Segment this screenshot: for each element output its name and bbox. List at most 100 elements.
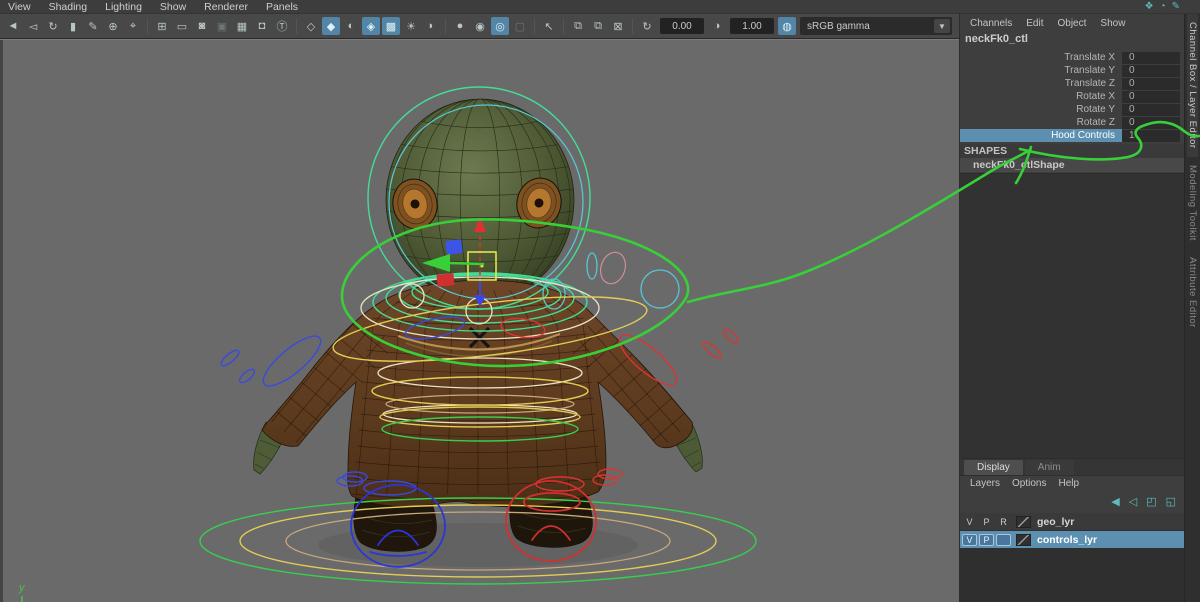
isolate-select-icon[interactable]: ⧉ bbox=[569, 17, 587, 35]
colorspace-dropdown[interactable]: sRGB gamma ▼ bbox=[800, 17, 952, 35]
grid-icon[interactable]: ⊞ bbox=[153, 17, 171, 35]
layer-display-type-toggle[interactable]: R bbox=[996, 516, 1011, 528]
le-menu-options[interactable]: Options bbox=[1012, 478, 1056, 489]
channel-value-field[interactable]: 0 bbox=[1122, 52, 1180, 64]
camera-orbit-icon[interactable]: ↻ bbox=[44, 17, 62, 35]
layer-row-controls-lyr[interactable]: V P controls_lyr bbox=[960, 531, 1184, 548]
channel-row[interactable]: Rotate X 0 bbox=[960, 90, 1184, 103]
channel-label[interactable]: Rotate X bbox=[960, 90, 1122, 103]
scene-canvas[interactable]: y bbox=[0, 40, 959, 602]
dolly-tool-icon[interactable]: ⊕ bbox=[104, 17, 122, 35]
exposure-icon[interactable]: ↻ bbox=[638, 17, 656, 35]
safe-action-icon[interactable]: ◘ bbox=[253, 17, 271, 35]
layer-row-geo-lyr[interactable]: V P R geo_lyr bbox=[960, 513, 1184, 530]
toolbar-icon[interactable] bbox=[296, 18, 297, 34]
menu-shading[interactable]: Shading bbox=[49, 1, 98, 13]
default-material-icon[interactable]: ▩ bbox=[382, 17, 400, 35]
channel-label[interactable]: Rotate Z bbox=[960, 116, 1122, 129]
field-chart-icon[interactable]: ▦ bbox=[233, 17, 251, 35]
snapshot-icon[interactable]: ⊠ bbox=[609, 17, 627, 35]
toolbar-icon[interactable] bbox=[445, 18, 446, 34]
select-camera-icon[interactable]: ✎ bbox=[84, 17, 102, 35]
le-menu-help[interactable]: Help bbox=[1058, 478, 1089, 489]
layer-visibility-toggle[interactable]: V bbox=[962, 516, 977, 528]
cb-menu-channels[interactable]: Channels bbox=[970, 18, 1022, 29]
layer-color-swatch[interactable] bbox=[1016, 534, 1031, 546]
new-empty-layer-icon[interactable]: ◰ bbox=[1146, 497, 1156, 508]
camcorder-icon[interactable]: ◄ bbox=[4, 17, 22, 35]
channel-row[interactable]: Rotate Z 0 bbox=[960, 116, 1184, 129]
speed-gauge-icon[interactable]: ◔ bbox=[1160, 2, 1166, 12]
layer-name[interactable]: geo_lyr bbox=[1037, 516, 1074, 528]
side-tab-attribute-editor[interactable]: Attribute Editor bbox=[1187, 249, 1198, 336]
channel-row[interactable]: Translate Y 0 bbox=[960, 64, 1184, 77]
le-menu-layers[interactable]: Layers bbox=[970, 478, 1010, 489]
camera-attributes-icon[interactable]: ◅ bbox=[24, 17, 42, 35]
menu-panels[interactable]: Panels bbox=[266, 1, 308, 13]
shaded-cube-icon[interactable]: ◆ bbox=[322, 17, 340, 35]
side-tab-modeling-toolkit[interactable]: Modeling Toolkit bbox=[1187, 157, 1198, 249]
channel-value-field[interactable]: 0 bbox=[1122, 91, 1180, 103]
new-layer-from-selected-icon[interactable]: ◱ bbox=[1166, 497, 1176, 508]
gate-mask-icon[interactable]: ▣ bbox=[213, 17, 231, 35]
annotate-pencil-icon[interactable]: ✎ bbox=[1172, 2, 1180, 12]
xray-icon[interactable]: ◎ bbox=[491, 17, 509, 35]
xray-joints-icon[interactable]: ▢ bbox=[511, 17, 529, 35]
channel-row[interactable]: Translate X 0 bbox=[960, 51, 1184, 64]
channel-value-field[interactable]: 0 bbox=[1122, 65, 1180, 77]
lights-icon[interactable]: ☀ bbox=[402, 17, 420, 35]
side-tab-channel-box[interactable]: Channel Box / Layer Editor bbox=[1187, 14, 1198, 157]
menu-renderer[interactable]: Renderer bbox=[204, 1, 258, 13]
cb-menu-edit[interactable]: Edit bbox=[1026, 18, 1053, 29]
bookmark-icon[interactable]: ▮ bbox=[64, 17, 82, 35]
tab-display[interactable]: Display bbox=[964, 460, 1023, 475]
channel-row[interactable]: Rotate Y 0 bbox=[960, 103, 1184, 116]
channel-value-field[interactable]: 0 bbox=[1122, 117, 1180, 129]
toolbar-icon[interactable] bbox=[632, 18, 633, 34]
ambient-occlusion-icon[interactable]: ● bbox=[451, 17, 469, 35]
menu-lighting[interactable]: Lighting bbox=[105, 1, 152, 13]
select-cursor-icon[interactable]: ↖ bbox=[540, 17, 558, 35]
move-layer-down-icon[interactable]: ◁ bbox=[1129, 497, 1137, 508]
gamma-field[interactable]: 1.00 bbox=[730, 18, 774, 34]
viewport-panel[interactable]: y bbox=[0, 39, 959, 602]
isolate-add-icon[interactable]: ⧉ bbox=[589, 17, 607, 35]
resolution-gate-icon[interactable]: ◙ bbox=[193, 17, 211, 35]
exposure-field[interactable]: 0.00 bbox=[660, 18, 704, 34]
cb-menu-object[interactable]: Object bbox=[1058, 18, 1097, 29]
shape-node-name[interactable]: neckFk0_ctlShape bbox=[960, 158, 1184, 172]
channel-label[interactable]: Translate Z bbox=[960, 77, 1122, 90]
channel-label[interactable]: Translate X bbox=[960, 51, 1122, 64]
layer-playback-toggle[interactable]: P bbox=[979, 534, 994, 546]
move-layer-up-icon[interactable]: ◀ bbox=[1111, 497, 1119, 508]
layer-display-type-toggle[interactable] bbox=[996, 534, 1011, 546]
channel-value-field[interactable]: 0 bbox=[1122, 104, 1180, 116]
channel-row[interactable]: Hood Controls 1 bbox=[960, 129, 1184, 142]
channel-label[interactable]: Translate Y bbox=[960, 64, 1122, 77]
channel-value-field[interactable]: 0 bbox=[1122, 78, 1180, 90]
channel-label[interactable]: Rotate Y bbox=[960, 103, 1122, 116]
layer-playback-toggle[interactable]: P bbox=[979, 516, 994, 528]
motion-blur-icon[interactable]: ◉ bbox=[471, 17, 489, 35]
gamma-icon[interactable]: ◑ bbox=[708, 17, 726, 35]
safe-title-icon[interactable]: Ⓣ bbox=[273, 17, 291, 35]
cb-menu-show[interactable]: Show bbox=[1100, 18, 1135, 29]
manip-blue-handle[interactable] bbox=[445, 239, 463, 255]
character-controls-icon[interactable]: ❖ bbox=[1145, 2, 1154, 12]
view-transform-icon[interactable]: ◍ bbox=[778, 17, 796, 35]
channel-value-field[interactable]: 1 bbox=[1122, 130, 1180, 142]
tab-anim[interactable]: Anim bbox=[1025, 460, 1074, 475]
menu-view[interactable]: View bbox=[8, 1, 41, 13]
textured-icon[interactable]: ◐ bbox=[342, 17, 360, 35]
manip-red-handle[interactable] bbox=[436, 273, 454, 287]
channel-label[interactable]: Hood Controls bbox=[960, 129, 1122, 142]
track-tool-icon[interactable]: ⌖ bbox=[124, 17, 142, 35]
shadows-icon[interactable]: ◗ bbox=[422, 17, 440, 35]
toolbar-icon[interactable] bbox=[534, 18, 535, 34]
wireframe-on-shaded-icon[interactable]: ◈ bbox=[362, 17, 380, 35]
wireframe-cube-icon[interactable]: ◇ bbox=[302, 17, 320, 35]
menu-show[interactable]: Show bbox=[160, 1, 196, 13]
layer-color-swatch[interactable] bbox=[1016, 516, 1031, 528]
layer-name[interactable]: controls_lyr bbox=[1037, 534, 1097, 546]
film-gate-icon[interactable]: ▭ bbox=[173, 17, 191, 35]
